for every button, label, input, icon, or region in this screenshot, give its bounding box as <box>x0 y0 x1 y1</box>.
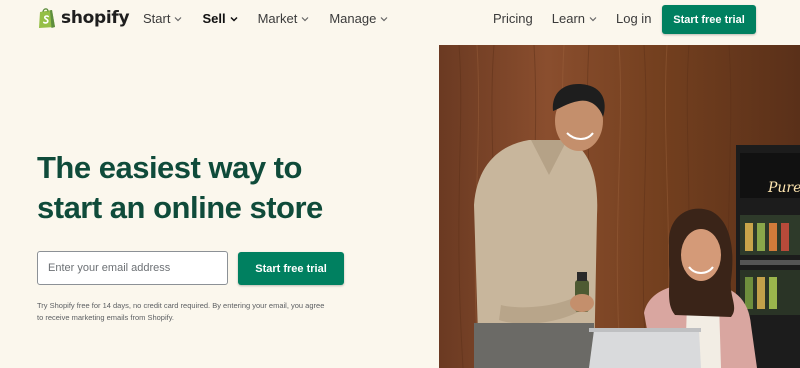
hero-title: The easiest way to start an online store <box>37 148 397 228</box>
nav-market-label: Market <box>257 11 298 26</box>
nav-sell[interactable]: Sell <box>202 11 238 26</box>
hero-start-trial-button[interactable]: Start free trial <box>238 252 344 285</box>
store-sign-text: Pure i <box>767 180 800 196</box>
nav-learn[interactable]: Learn <box>552 11 597 26</box>
hero-photo-illustration: Pure i <box>439 45 800 368</box>
chevron-down-icon <box>589 16 597 21</box>
nav-market[interactable]: Market <box>258 11 310 26</box>
hero-photo: Pure i <box>439 45 800 368</box>
disclaimer-line-2: to receive marketing emails from Shopify… <box>37 313 174 322</box>
trial-disclaimer: Try Shopify free for 14 days, no credit … <box>37 300 357 324</box>
top-nav: shopify Start Sell Market Manage Pricing… <box>0 0 800 40</box>
shopping-bag-icon <box>39 8 55 28</box>
shopify-logo[interactable]: shopify <box>37 7 130 29</box>
nav-menu: Start Sell Market Manage <box>143 11 388 26</box>
hero-title-line-2: start an online store <box>37 190 323 225</box>
nav-start-trial-button[interactable]: Start free trial <box>662 5 756 34</box>
chevron-down-icon <box>175 16 182 21</box>
nav-right-menu: Pricing Learn Log in <box>493 11 651 26</box>
hero-title-line-1: The easiest way to <box>37 150 302 185</box>
nav-pricing[interactable]: Pricing <box>493 11 533 26</box>
nav-start[interactable]: Start <box>143 11 182 26</box>
logo-wordmark: shopify <box>61 8 130 28</box>
nav-start-label: Start <box>143 11 171 26</box>
nav-sell-label: Sell <box>202 11 226 26</box>
chevron-down-icon <box>301 16 309 21</box>
nav-learn-label: Learn <box>551 11 585 26</box>
chevron-down-icon <box>230 16 238 22</box>
nav-manage[interactable]: Manage <box>329 11 388 26</box>
nav-manage-label: Manage <box>329 11 377 26</box>
email-input[interactable] <box>37 251 228 285</box>
chevron-down-icon <box>380 16 388 21</box>
disclaimer-line-1: Try Shopify free for 14 days, no credit … <box>37 301 325 310</box>
nav-login[interactable]: Log in <box>616 11 651 26</box>
